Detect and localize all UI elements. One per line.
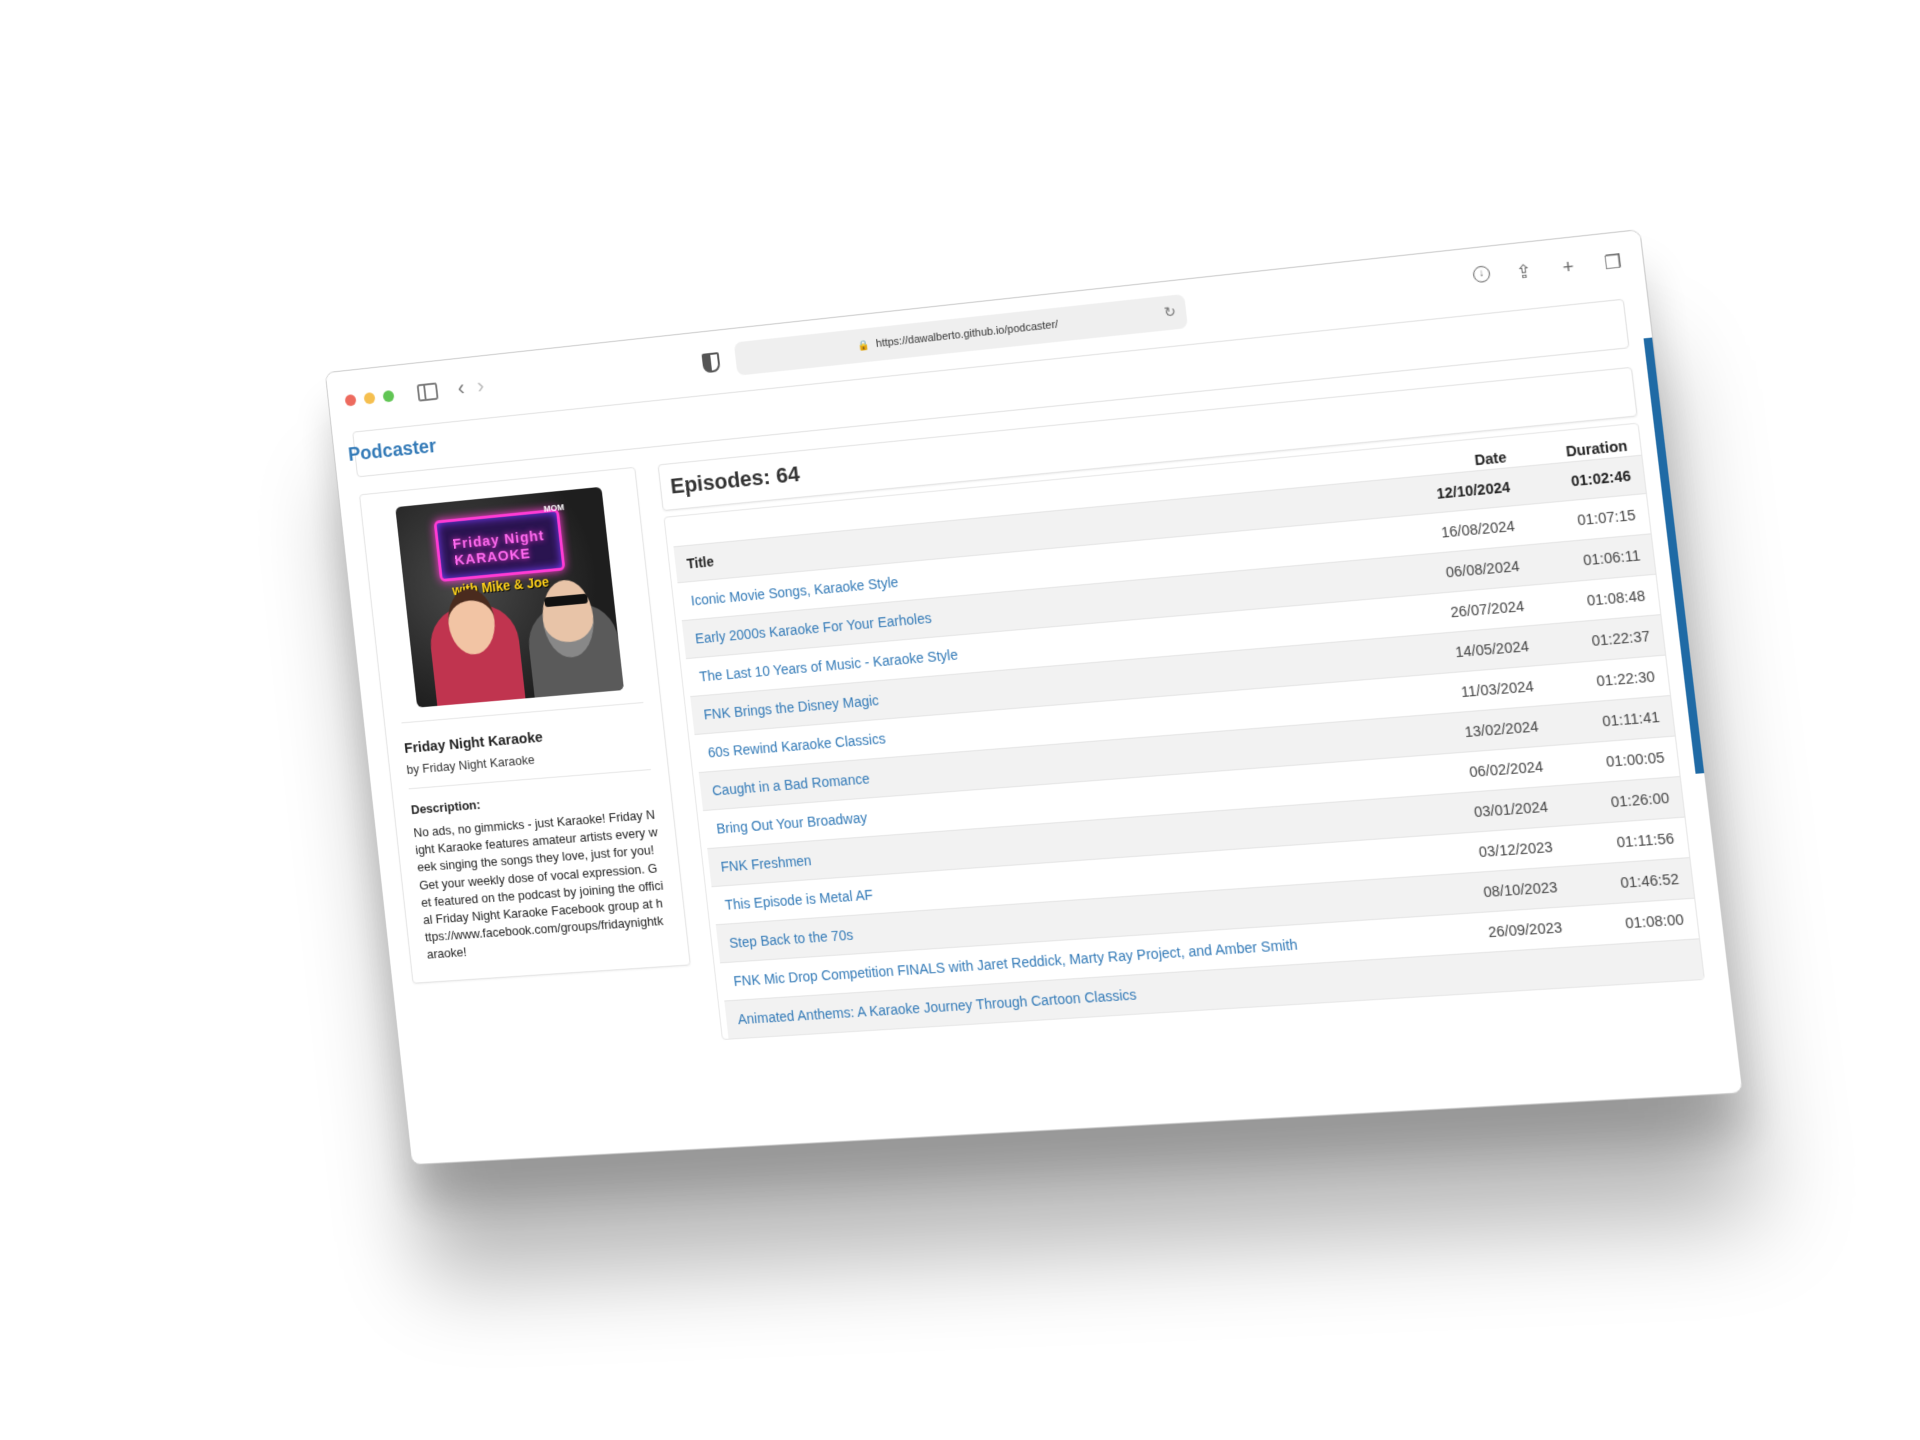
page-content: Podcaster Friday Night KARAOKE MOM with …	[332, 296, 1742, 1165]
podcast-cover-image[interactable]: Friday Night KARAOKE MOM with Mike & Joe	[395, 486, 625, 708]
episodes-table-container: Date Duration Title 12/10/2024 01:02:46	[663, 422, 1705, 1041]
download-icon[interactable]: ↓	[1472, 265, 1491, 284]
screenshot-stage: ‹ › 🔒 https://dawalberto.github.io/podca…	[0, 0, 1920, 1440]
window-controls	[344, 389, 395, 407]
reload-icon[interactable]: ↻	[1163, 303, 1177, 321]
sidebar-toggle-icon[interactable]	[416, 382, 439, 402]
close-window-button[interactable]	[344, 394, 357, 407]
table-cell-duration	[1577, 938, 1704, 987]
zoom-window-button[interactable]	[382, 389, 395, 403]
episode-link[interactable]: FNK Freshmen	[720, 852, 812, 874]
tabs-overview-icon[interactable]: ❐	[1601, 251, 1625, 275]
plus-icon[interactable]: +	[1556, 256, 1580, 280]
episode-link[interactable]: 60s Rewind Karaoke Classics	[707, 730, 886, 760]
podcast-description: No ads, no gimmicks - just Karaoke! Frid…	[412, 807, 665, 962]
episode-link[interactable]: Step Back to the 70s	[728, 927, 853, 951]
share-icon[interactable]: ⇪	[1512, 260, 1536, 284]
privacy-shield-icon[interactable]	[701, 352, 721, 374]
brand-link[interactable]: Podcaster	[347, 435, 437, 466]
episode-link[interactable]: Bring Out Your Broadway	[716, 810, 868, 837]
forward-chevron-icon[interactable]: ›	[476, 374, 485, 400]
episodes-panel: Episodes: 64 Date Duration Title 12/10/2…	[657, 366, 1705, 1041]
minimize-window-button[interactable]	[363, 391, 376, 405]
episode-link[interactable]: FNK Brings the Disney Magic	[703, 692, 880, 722]
address-bar-url: https://dawalberto.github.io/podcaster/	[875, 318, 1059, 351]
lock-icon: 🔒	[857, 339, 871, 352]
podcast-sidebar: Friday Night KARAOKE MOM with Mike & Joe…	[359, 466, 699, 1059]
back-chevron-icon[interactable]: ‹	[456, 376, 465, 402]
episode-link[interactable]: This Episode is Metal AF	[724, 887, 873, 913]
podcast-card: Friday Night KARAOKE MOM with Mike & Joe…	[359, 466, 691, 984]
episodes-table: Date Duration Title 12/10/2024 01:02:46	[670, 424, 1704, 1039]
table-cell-date	[1457, 946, 1582, 994]
toolbar-actions: ↓ ⇪ + ❐	[1472, 251, 1625, 289]
episode-link[interactable]: Caught in a Bad Romance	[711, 771, 870, 799]
browser-window: ‹ › 🔒 https://dawalberto.github.io/podca…	[324, 228, 1744, 1166]
cover-badge: MOM	[543, 502, 565, 514]
main-layout: Friday Night KARAOKE MOM with Mike & Joe…	[359, 366, 1705, 1059]
